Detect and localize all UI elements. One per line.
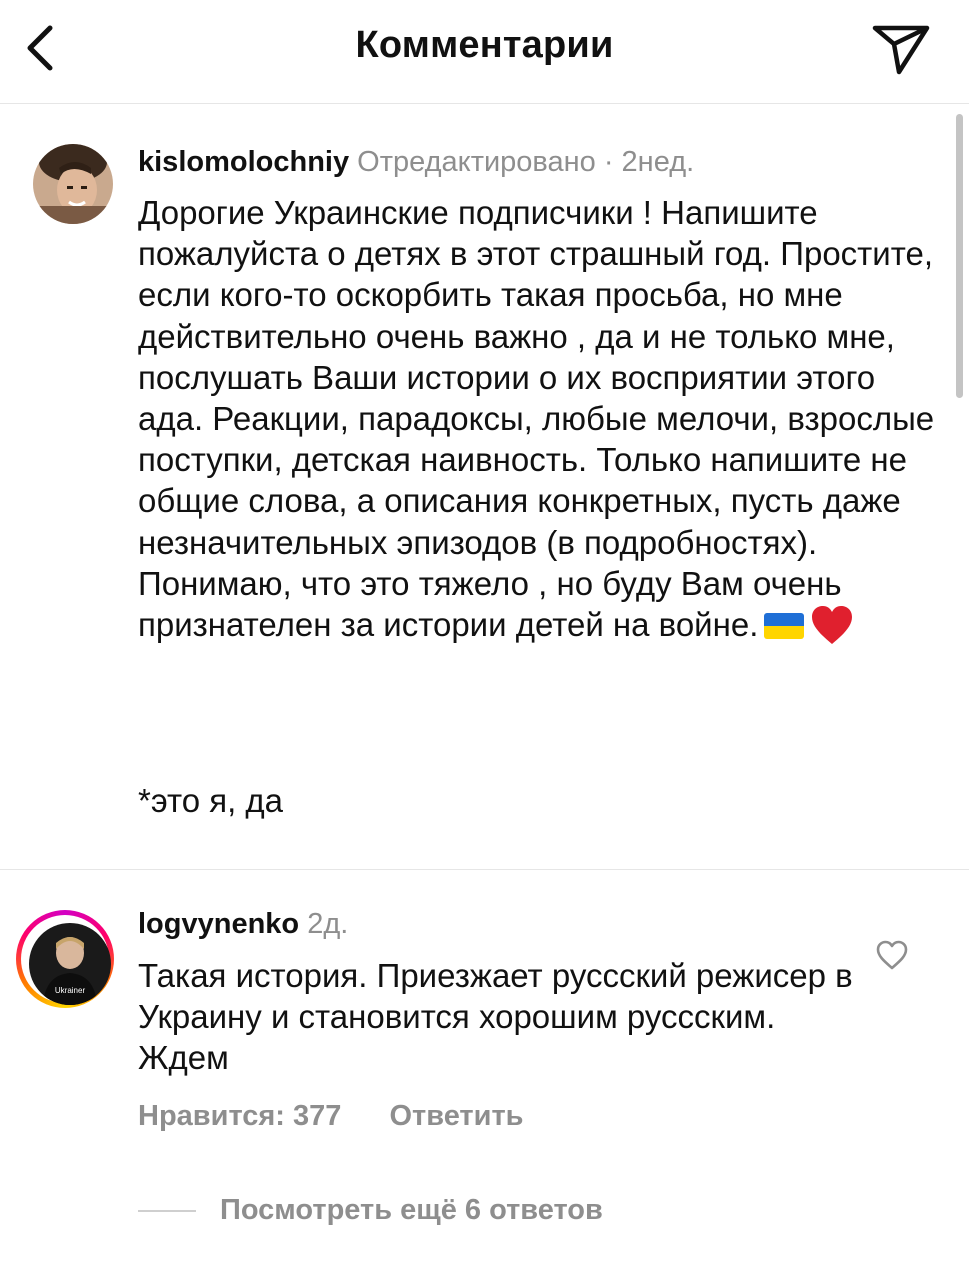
username[interactable]: logvynenko <box>138 908 299 940</box>
replies-line <box>138 1210 196 1213</box>
view-replies-button[interactable]: Посмотреть ещё 6 ответов <box>138 1194 603 1227</box>
divider <box>0 869 969 870</box>
avatar[interactable] <box>33 144 113 224</box>
comment-text: Дорогие Украинские подписчики ! Напишите… <box>138 192 938 646</box>
avatar-badge-text: Ukrainer <box>55 986 86 995</box>
comment-meta: kislomolochniy Отредактировано · 2нед. <box>138 146 694 179</box>
ukraine-flag-icon <box>764 613 805 640</box>
comment-actions: Нравится: 377 Ответить <box>138 1100 524 1133</box>
avatar[interactable]: Ukrainer <box>29 923 111 1005</box>
comment-body: Дорогие Украинские подписчики ! Напишите… <box>138 194 935 644</box>
share-button[interactable] <box>869 20 933 76</box>
header-bar: Комментарии <box>0 0 969 104</box>
paper-plane-icon <box>872 25 930 75</box>
comment-note: *это я, да <box>138 782 284 819</box>
scrollbar[interactable] <box>956 114 963 398</box>
red-heart-icon <box>810 604 854 646</box>
view-replies-label: Посмотреть ещё 6 ответов <box>220 1194 603 1226</box>
page-title: Комментарии <box>355 24 614 66</box>
username[interactable]: kislomolochniy <box>138 146 349 178</box>
heart-outline-icon <box>876 940 908 970</box>
story-ring[interactable]: Ukrainer <box>16 910 114 1008</box>
user-photo: Ukrainer <box>29 923 111 1005</box>
likes-count[interactable]: Нравится: 377 <box>138 1100 341 1132</box>
comment-meta: logvynenko 2д. <box>138 908 348 941</box>
comment-text: Такая история. Приезжает руссский режисе… <box>138 957 853 1077</box>
comment-timestamp: 2д. <box>307 908 349 940</box>
comment-timestamp: Отредактировано · 2нед. <box>357 146 695 178</box>
like-button[interactable] <box>876 940 908 970</box>
reply-button[interactable]: Ответить <box>389 1100 523 1132</box>
user-photo <box>33 144 113 224</box>
